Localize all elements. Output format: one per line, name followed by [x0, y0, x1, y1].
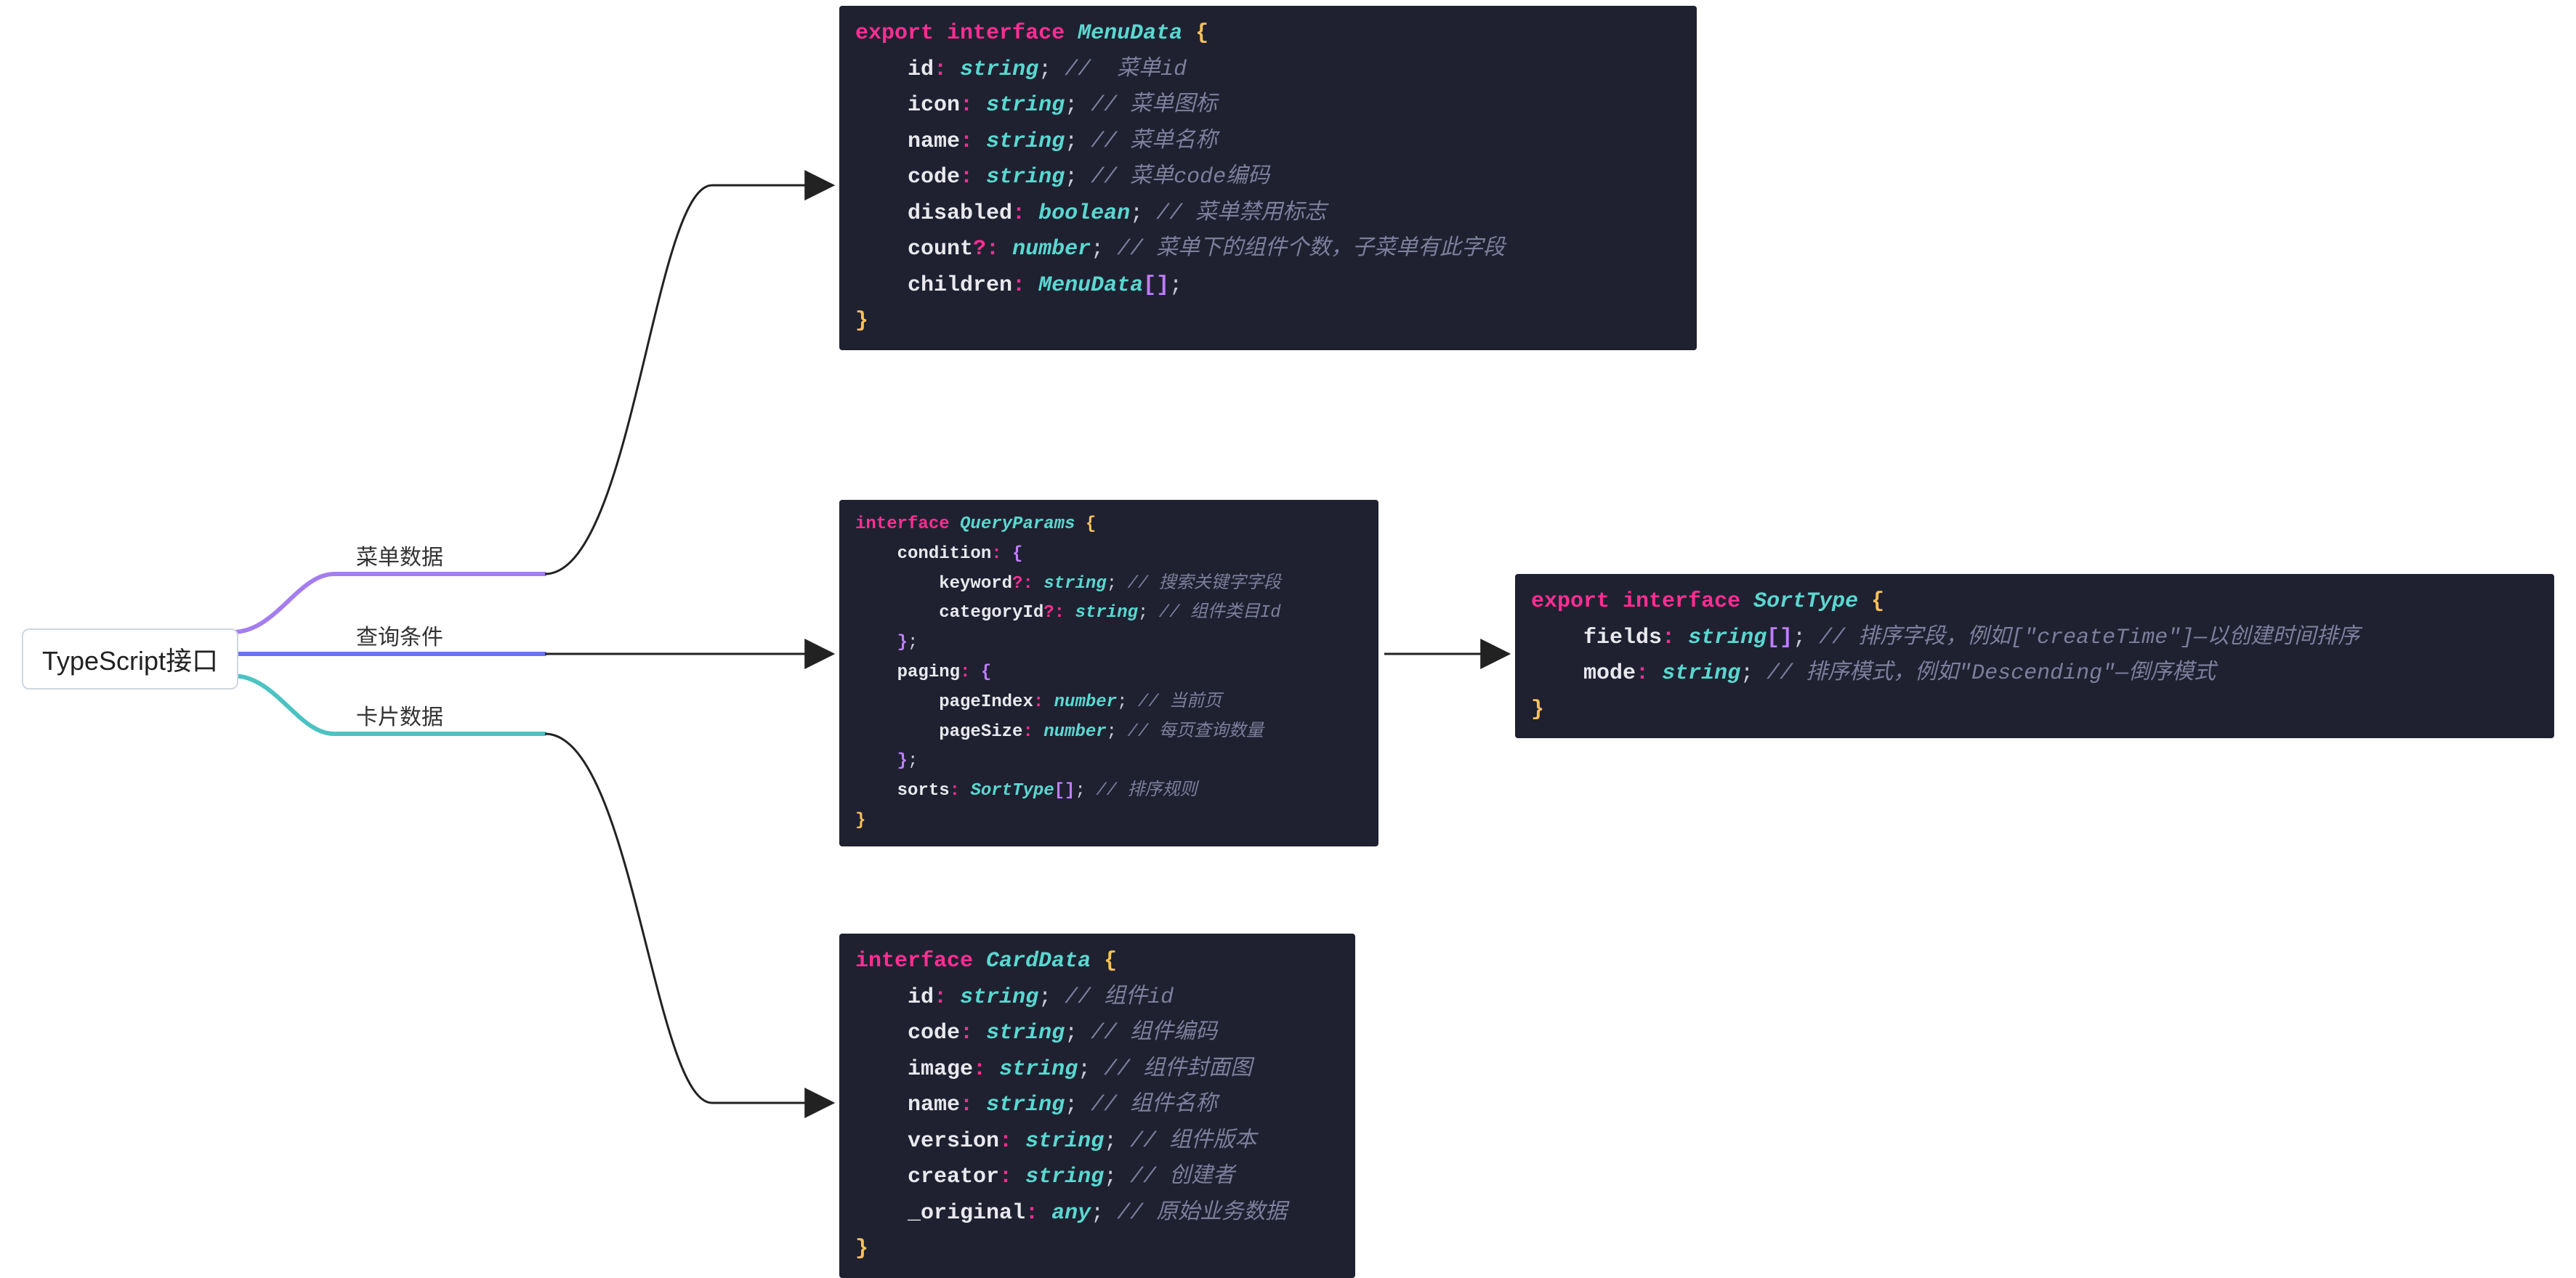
root-label: TypeScript接口 [42, 646, 218, 676]
root-node: TypeScript接口 [22, 628, 238, 689]
branch-label-card: 卡片数据 [356, 699, 443, 735]
branch-label-menu: 菜单数据 [356, 539, 443, 575]
diagram-canvas: TypeScript接口 菜单数据 查询条件 卡片数据 export inter… [0, 0, 2576, 1207]
code-box-menu-data: export interface MenuData { id: string; … [839, 6, 1697, 350]
branch-label-query: 查询条件 [356, 619, 443, 655]
code-box-sort-type: export interface SortType { fields: stri… [1515, 574, 2554, 738]
code-box-card-data: interface CardData { id: string; // 组件id… [839, 934, 1355, 1278]
code-box-query-params: interface QueryParams { condition: { key… [839, 500, 1378, 846]
